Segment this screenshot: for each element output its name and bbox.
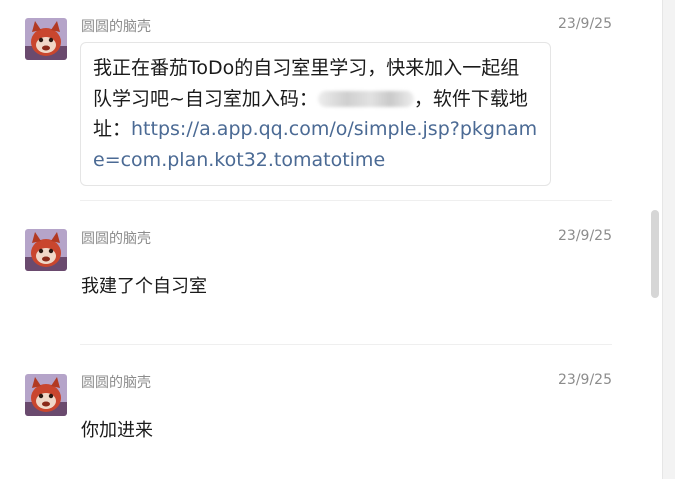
message-time: 23/9/25 [558, 16, 612, 32]
sender-name: 圆圆的脑壳 [81, 231, 151, 247]
side-panel-edge [662, 0, 675, 479]
message-divider [80, 344, 612, 345]
message-text[interactable]: 你加进来 [81, 416, 153, 442]
avatar-red-panda-icon[interactable] [25, 229, 67, 271]
message-divider [80, 200, 612, 201]
scrollbar-thumb[interactable] [651, 210, 659, 298]
message-time: 23/9/25 [558, 372, 612, 388]
avatar-red-panda-icon[interactable] [25, 374, 67, 416]
message-bubble[interactable]: 我正在番茄ToDo的自习室里学习，快来加入一起组队学习吧~自习室加入码： ，软件下… [80, 42, 551, 186]
redacted-join-code [317, 90, 414, 107]
sender-name: 圆圆的脑壳 [81, 375, 151, 391]
sender-name: 圆圆的脑壳 [81, 19, 151, 35]
message-text[interactable]: 我建了个自习室 [81, 272, 207, 298]
chat-message-list[interactable]: 圆圆的脑壳 23/9/25 我正在番茄ToDo的自习室里学习，快来加入一起组队学… [0, 0, 662, 479]
download-link[interactable]: https://a.app.qq.com/o/simple.jsp?pkgnam… [93, 118, 537, 171]
message-time: 23/9/25 [558, 228, 612, 244]
avatar-red-panda-icon[interactable] [25, 18, 67, 60]
chat-window: 圆圆的脑壳 23/9/25 我正在番茄ToDo的自习室里学习，快来加入一起组队学… [0, 0, 675, 479]
